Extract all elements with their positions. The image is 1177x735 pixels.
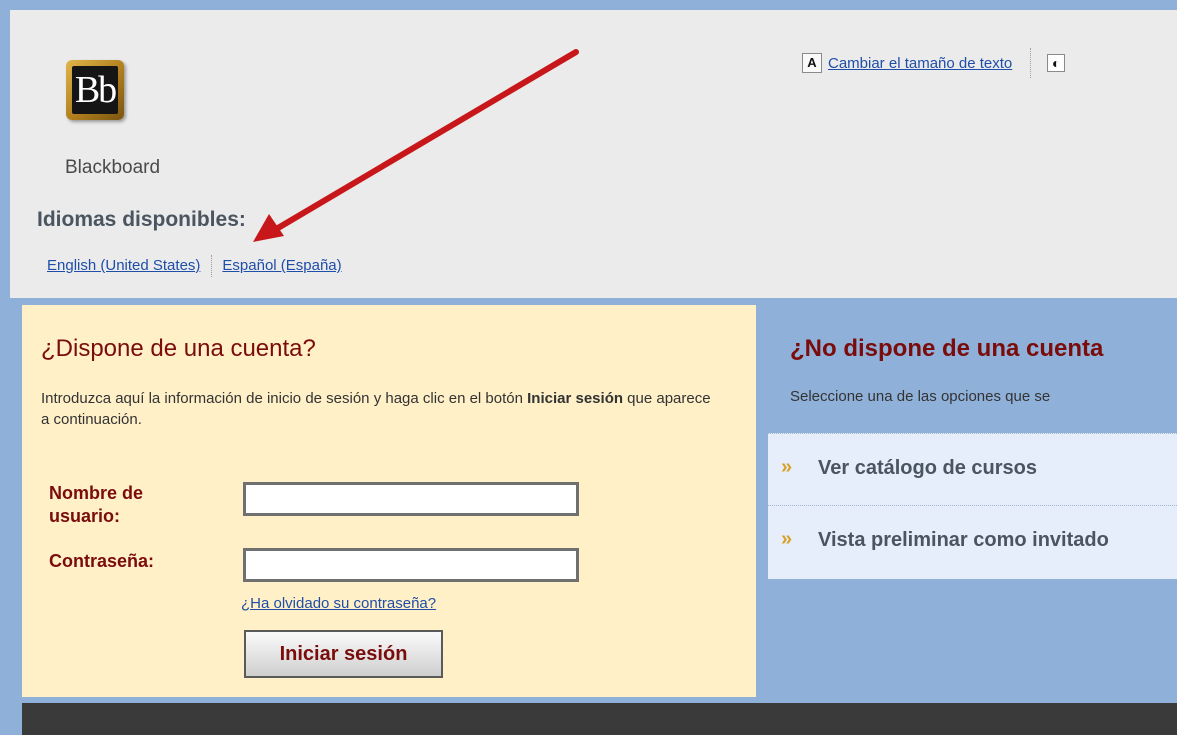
option-label: Vista preliminar como invitado [818,529,1109,551]
intro-text-start: Introduzca aquí la información de inicio… [41,390,528,407]
blackboard-logo: Bb [66,60,128,124]
languages-title: Idiomas disponibles: [37,208,246,231]
login-title: ¿Dispone de una cuenta? [41,335,316,362]
double-chevron-icon: » [781,456,793,478]
password-label: Contraseña: [49,551,155,571]
no-account-title: ¿No dispone de una cuenta [790,335,1104,362]
language-links: English (United States) Español (España) [47,255,342,277]
intro-text-bold: Iniciar sesión [527,390,624,407]
logo-tile: Bb [66,60,124,120]
no-account-panel: ¿No dispone de una cuenta Seleccione una… [768,305,1177,697]
no-account-instructions: Seleccione una de las opciones que se [790,388,1051,405]
footer-bar [22,703,1177,735]
username-field[interactable] [243,482,579,516]
double-chevron-icon: » [781,528,793,550]
option-guest-preview[interactable]: » Vista preliminar como invitado [768,506,1177,576]
language-link-spanish[interactable]: Español (España) [222,257,341,274]
page-frame: Bb Blackboard Idiomas disponibles: Engli… [0,0,1177,735]
change-text-size-link[interactable]: Cambiar el tamaño de texto [828,55,1012,72]
logo-mark: Bb [72,66,118,114]
no-account-options: » Ver catálogo de cursos » Vista prelimi… [768,433,1177,579]
header: Bb Blackboard Idiomas disponibles: Engli… [10,10,1177,298]
forgot-password-link[interactable]: ¿Ha olvidado su contraseña? [241,595,436,612]
login-panel: ¿Dispone de una cuenta? Introduzca aquí … [22,305,756,697]
option-label: Ver catálogo de cursos [818,457,1037,479]
password-field[interactable] [243,548,579,582]
login-instructions: Introduzca aquí la información de inicio… [41,388,721,430]
language-divider [211,255,213,277]
contrast-icon[interactable]: ◐ [1047,54,1066,72]
tool-divider [1030,48,1032,78]
language-link-english[interactable]: English (United States) [47,257,200,274]
logo-caption: Blackboard [65,157,161,178]
option-course-catalog[interactable]: » Ver catálogo de cursos [768,434,1177,504]
header-tools: A Cambiar el tamaño de texto ◐ [802,48,1066,78]
login-button[interactable]: Iniciar sesión [244,630,443,678]
text-size-icon[interactable]: A [802,53,822,73]
username-label: Nombre de usuario: [49,483,144,526]
